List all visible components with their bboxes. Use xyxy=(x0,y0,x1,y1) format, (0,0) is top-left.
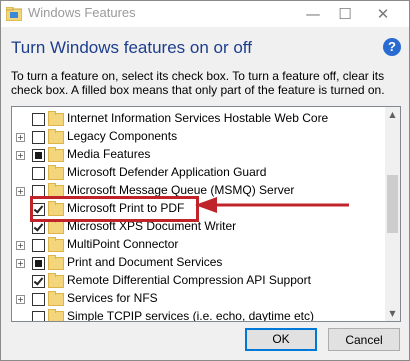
close-button[interactable]: ✕ xyxy=(364,1,402,27)
feature-row[interactable]: + Media Features xyxy=(12,146,384,164)
expand-plus-icon[interactable]: + xyxy=(16,295,25,304)
feature-label: Services for NFS xyxy=(67,291,158,305)
folder-icon xyxy=(48,111,64,126)
folder-icon xyxy=(48,309,64,321)
maximize-button[interactable]: ☐ xyxy=(326,1,364,27)
window-title: Windows Features xyxy=(28,5,136,20)
feature-checkbox[interactable] xyxy=(32,239,45,252)
folder-icon xyxy=(48,273,64,288)
vertical-scrollbar[interactable]: ▲ ▼ xyxy=(385,107,400,321)
feature-row[interactable]: Simple TCPIP services (i.e. echo, daytim… xyxy=(12,308,384,322)
feature-row[interactable]: + Legacy Components xyxy=(12,128,384,146)
folder-icon xyxy=(48,147,64,162)
annotation-arrow-icon xyxy=(195,197,349,213)
feature-checkbox[interactable] xyxy=(32,275,45,288)
feature-checkbox[interactable] xyxy=(32,293,45,306)
scroll-up-arrow-icon[interactable]: ▲ xyxy=(385,107,400,122)
feature-checkbox[interactable] xyxy=(32,167,45,180)
help-icon[interactable]: ? xyxy=(383,38,401,56)
feature-label: Microsoft Defender Application Guard xyxy=(67,165,267,179)
scroll-thumb[interactable] xyxy=(387,175,398,233)
feature-checkbox[interactable] xyxy=(32,221,45,234)
feature-row[interactable]: Remote Differential Compression API Supp… xyxy=(12,272,384,290)
folder-icon xyxy=(48,219,64,234)
feature-label: Legacy Components xyxy=(67,129,178,143)
title-bar: Windows Features — ☐ ✕ xyxy=(1,1,409,27)
feature-row[interactable]: + Print and Document Services xyxy=(12,254,384,272)
folder-icon xyxy=(48,165,64,180)
dialog-description: To turn a feature on, select its check b… xyxy=(11,69,385,97)
feature-row[interactable]: + Services for NFS xyxy=(12,290,384,308)
expand-plus-icon[interactable]: + xyxy=(16,241,25,250)
feature-label: Internet Information Services Hostable W… xyxy=(67,111,329,125)
feature-label: Simple TCPIP services (i.e. echo, daytim… xyxy=(67,309,314,322)
feature-checkbox[interactable] xyxy=(32,131,45,144)
feature-label: Remote Differential Compression API Supp… xyxy=(67,273,311,287)
windows-features-app-icon xyxy=(6,7,22,21)
feature-label: Microsoft Message Queue (MSMQ) Server xyxy=(67,183,295,197)
feature-checkbox[interactable] xyxy=(32,257,45,270)
folder-icon xyxy=(48,255,64,270)
feature-checkbox[interactable] xyxy=(32,149,45,162)
windows-features-dialog: Windows Features — ☐ ✕ Turn Windows feat… xyxy=(0,0,410,361)
feature-row[interactable]: + MultiPoint Connector xyxy=(12,236,384,254)
feature-row[interactable]: Microsoft Defender Application Guard xyxy=(12,164,384,182)
dialog-heading: Turn Windows features on or off xyxy=(11,38,252,57)
annotation-highlight-box xyxy=(30,196,199,222)
feature-label: Print and Document Services xyxy=(67,255,223,269)
expand-plus-icon[interactable]: + xyxy=(16,151,25,160)
expand-plus-icon[interactable]: + xyxy=(16,133,25,142)
feature-label: Media Features xyxy=(67,147,151,161)
scroll-down-arrow-icon[interactable]: ▼ xyxy=(385,306,400,321)
expand-plus-icon[interactable]: + xyxy=(16,259,25,268)
feature-row[interactable]: Internet Information Services Hostable W… xyxy=(12,110,384,128)
cancel-button[interactable]: Cancel xyxy=(328,328,400,351)
feature-label: MultiPoint Connector xyxy=(67,237,179,251)
expand-plus-icon[interactable]: + xyxy=(16,187,25,196)
ok-button[interactable]: OK xyxy=(245,328,317,351)
folder-icon xyxy=(48,237,64,252)
folder-icon xyxy=(48,291,64,306)
feature-checkbox[interactable] xyxy=(32,113,45,126)
folder-icon xyxy=(48,129,64,144)
feature-checkbox[interactable] xyxy=(32,311,45,321)
